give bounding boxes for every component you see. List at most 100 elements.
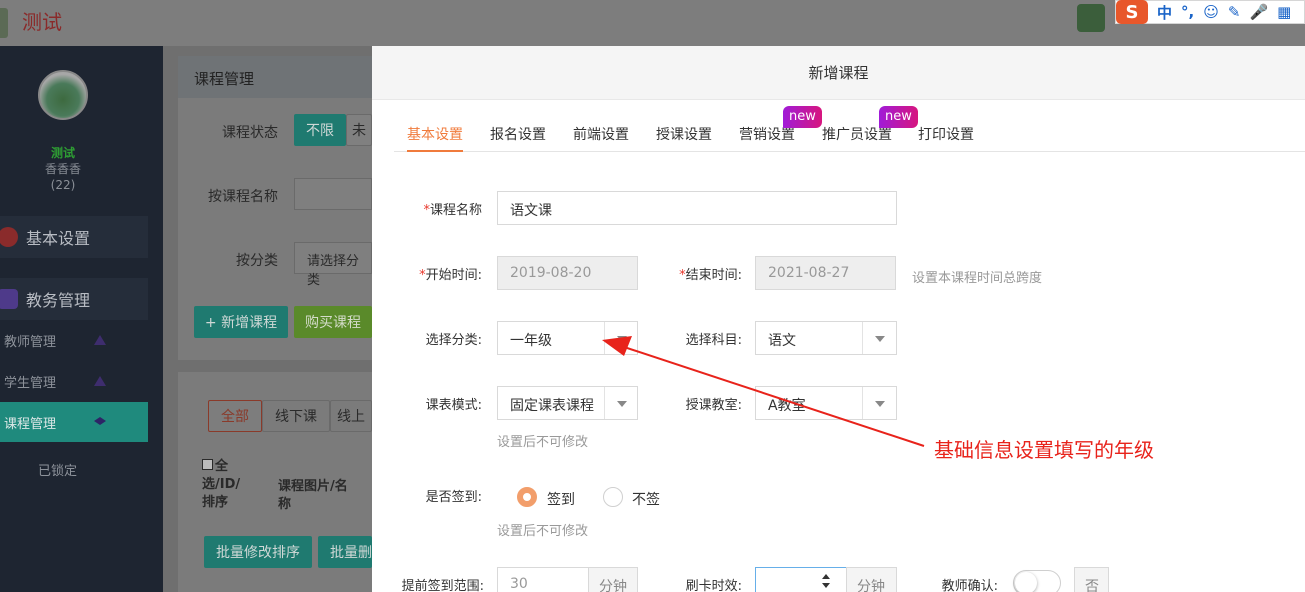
tab-label: 营销设置 xyxy=(739,127,795,143)
graduation-cap-icon xyxy=(94,417,106,425)
teacher-confirm-value: 否 xyxy=(1074,567,1109,592)
end-time-label: *结束时间: xyxy=(662,264,742,283)
buy-course-button[interactable]: 购买课程 xyxy=(294,306,372,338)
sidebar-item-label: 学生管理 xyxy=(4,375,57,391)
category-filter-label: 按分类 xyxy=(236,253,278,269)
classroom-label: 授课教室: xyxy=(685,398,742,413)
database-icon xyxy=(0,289,18,309)
teacher-icon xyxy=(94,335,106,345)
tab-basic-settings[interactable]: 基本设置 xyxy=(407,124,463,152)
sidebar-item-courses[interactable]: 课程管理 xyxy=(0,402,148,442)
add-course-button[interactable]: + 新增课程 xyxy=(194,306,288,338)
ime-toolbar[interactable]: S 中 °, ☺ ✎ 🎤 ▦ xyxy=(1115,0,1305,24)
user-nick: 香香香 xyxy=(44,162,81,176)
add-course-modal: 新增课程 基本设置 报名设置 前端设置 授课设置 new 营销设置 new 推广… xyxy=(372,46,1305,592)
modal-title: 新增课程 xyxy=(372,46,1305,100)
course-name-label: *课程名称 xyxy=(402,199,482,218)
number-stepper-icon[interactable] xyxy=(822,574,830,592)
status-label: 课程状态 xyxy=(222,125,278,141)
start-time-input[interactable]: 2019-08-20 xyxy=(497,256,638,290)
schedule-mode-select[interactable]: 固定课表课程 xyxy=(497,386,638,420)
tab-label: 报名设置 xyxy=(490,127,546,143)
sogou-icon[interactable]: S xyxy=(1116,0,1148,24)
modal-tabs: 基本设置 报名设置 前端设置 授课设置 new 营销设置 new 推广员设置 打… xyxy=(394,100,1305,152)
subject-select-value: 语文 xyxy=(768,333,796,349)
sidebar-item-teachers[interactable]: 教师管理 xyxy=(0,320,148,360)
ime-punctuation[interactable]: °, xyxy=(1181,3,1194,21)
tab-label: 基本设置 xyxy=(407,127,463,143)
toggle-knob xyxy=(1015,572,1037,592)
emoji-icon[interactable]: ☺ xyxy=(1203,3,1219,21)
filter-online-tab[interactable]: 线上 xyxy=(330,400,372,432)
tab-label: 授课设置 xyxy=(656,127,712,143)
page-title: 课程管理 xyxy=(178,56,398,98)
select-all-checkbox[interactable] xyxy=(202,459,213,470)
tab-promoter-settings[interactable]: new 推广员设置 xyxy=(822,106,918,152)
card-validity-unit: 分钟 xyxy=(846,567,897,592)
select-divider xyxy=(862,322,863,354)
chevron-down-icon xyxy=(617,401,627,407)
batch-sort-button[interactable]: 批量修改排序 xyxy=(204,536,312,568)
annotation-text: 基础信息设置填写的年级 xyxy=(934,438,1154,462)
microphone-icon[interactable]: 🎤 xyxy=(1249,3,1268,21)
sidebar-item-label: 教师管理 xyxy=(4,334,57,350)
category-select[interactable]: 一年级 xyxy=(497,321,638,355)
card-validity-input[interactable] xyxy=(755,567,847,592)
filter-all-tab[interactable]: 全部 xyxy=(208,400,262,432)
schedule-mode-label: 课表模式: xyxy=(425,398,482,413)
column-header-select: 全选/ID/排序 xyxy=(202,458,244,512)
new-badge: new xyxy=(879,106,918,128)
tab-marketing-settings[interactable]: new 营销设置 xyxy=(739,106,822,152)
chevron-down-icon xyxy=(617,336,627,342)
course-name-label-text: 课程名称 xyxy=(429,203,482,218)
grid-icon[interactable]: ▦ xyxy=(1277,3,1291,21)
batch-delete-button[interactable]: 批量删 xyxy=(318,536,372,568)
sidebar-item-label: 课程管理 xyxy=(4,416,57,432)
early-checkin-label: 提前签到范围: xyxy=(401,579,484,592)
start-time-label-text: 开始时间: xyxy=(425,268,482,283)
chevron-down-icon xyxy=(875,336,885,342)
teacher-confirm-toggle[interactable] xyxy=(1013,570,1061,592)
category-filter-select[interactable]: 请选择分类 xyxy=(294,242,372,288)
select-divider xyxy=(604,387,605,419)
filter-offline-tab[interactable]: 线下课 xyxy=(262,400,330,432)
tray-avatar-icon[interactable] xyxy=(1077,4,1105,32)
name-filter-input[interactable] xyxy=(294,178,372,210)
name-filter-label: 按课程名称 xyxy=(208,189,278,205)
subject-select[interactable]: 语文 xyxy=(755,321,897,355)
status-next-button[interactable]: 未 xyxy=(346,114,372,146)
classroom-select[interactable]: A教室 xyxy=(755,386,897,420)
select-divider xyxy=(604,322,605,354)
checkin-no-radio[interactable] xyxy=(603,487,623,507)
checkin-label: 是否签到: xyxy=(425,490,482,505)
category-label: 选择分类: xyxy=(425,333,482,348)
avatar[interactable] xyxy=(38,70,88,120)
pen-icon[interactable]: ✎ xyxy=(1228,3,1241,21)
sidebar-item-students[interactable]: 学生管理 xyxy=(0,361,148,401)
schedule-mode-value: 固定课表课程 xyxy=(510,398,594,414)
early-checkin-input[interactable]: 30 xyxy=(497,567,589,592)
early-checkin-unit: 分钟 xyxy=(588,567,638,592)
user-count: (22) xyxy=(50,178,76,192)
checkin-yes-radio[interactable] xyxy=(517,487,537,507)
sidebar-section-academic[interactable]: 教务管理 xyxy=(0,278,148,320)
sidebar-section-basic-settings[interactable]: 基本设置 xyxy=(0,216,148,258)
checkin-hint: 设置后不可修改 xyxy=(497,524,589,539)
sidebar-section-label: 教务管理 xyxy=(26,291,91,310)
user-name: 测试 xyxy=(50,146,75,160)
tab-teaching-settings[interactable]: 授课设置 xyxy=(656,124,712,152)
card-validity-label: 刷卡时效: xyxy=(685,579,742,592)
checkin-yes-label: 签到 xyxy=(547,492,575,508)
checkin-no-label: 不签 xyxy=(632,492,660,508)
classroom-value: A教室 xyxy=(768,398,806,414)
tab-print-settings[interactable]: 打印设置 xyxy=(918,124,974,152)
status-unlimited-button[interactable]: 不限 xyxy=(294,114,346,146)
tab-frontend-settings[interactable]: 前端设置 xyxy=(573,124,629,152)
subject-label: 选择科目: xyxy=(685,333,742,348)
student-icon xyxy=(94,376,106,386)
app-title: 测试 xyxy=(22,10,62,34)
ime-chinese-mode[interactable]: 中 xyxy=(1157,2,1172,23)
tab-registration-settings[interactable]: 报名设置 xyxy=(490,124,546,152)
end-time-input[interactable]: 2021-08-27 xyxy=(755,256,896,290)
course-name-input[interactable]: 语文课 xyxy=(497,191,897,225)
